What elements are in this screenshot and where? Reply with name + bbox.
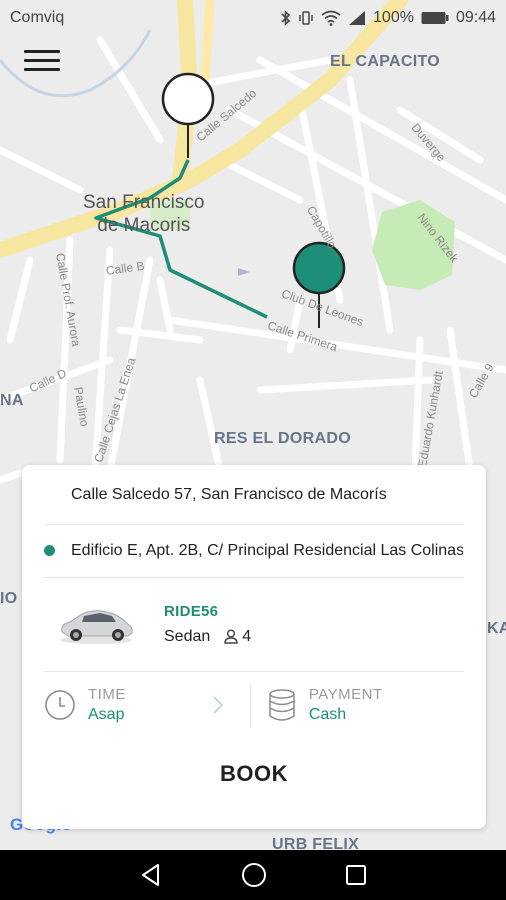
- vehicle-code: RIDE56: [164, 602, 219, 620]
- chevron-right-icon: [213, 696, 223, 714]
- dropoff-address-row[interactable]: Edificio E, Apt. 2B, C/ Principal Reside…: [44, 524, 464, 578]
- map-label-city-line1: San Francisco: [83, 192, 205, 213]
- time-label: TIME: [88, 686, 126, 703]
- clock: 09:44: [455, 9, 496, 26]
- coins-icon: [269, 689, 295, 721]
- payment-label: PAYMENT: [308, 686, 383, 703]
- map-label-el-capacito: EL CAPACITO: [330, 53, 440, 70]
- menu-bar-1: [24, 50, 60, 53]
- battery-icon: [421, 12, 449, 24]
- status-icons: 100% 09:44: [281, 9, 496, 27]
- person-icon: [224, 629, 238, 644]
- options-row: TIME Asap PAYMENT Cash: [44, 671, 464, 739]
- map-label-city: San Francisco de Macoris: [83, 191, 204, 237]
- map-label-ka: KA: [487, 620, 506, 637]
- recents-icon[interactable]: [344, 863, 368, 887]
- vibrate-icon: [299, 11, 313, 25]
- vehicle-type: Sedan: [164, 627, 211, 645]
- options-divider: [249, 683, 251, 727]
- car-icon: [60, 610, 133, 644]
- time-option[interactable]: TIME Asap: [44, 686, 224, 724]
- navigation-bar: [0, 850, 506, 900]
- status-bar: Comviq 100% 09:44: [0, 0, 506, 36]
- menu-button[interactable]: [24, 46, 60, 76]
- payment-option-text: PAYMENT Cash: [309, 686, 383, 724]
- dropoff-address: Edificio E, Apt. 2B, C/ Principal Reside…: [71, 541, 463, 559]
- time-value: Asap: [88, 706, 125, 723]
- map-label-na: NA: [0, 392, 24, 409]
- back-icon[interactable]: [138, 862, 164, 888]
- time-option-text: TIME Asap: [88, 686, 126, 724]
- clock-icon: [45, 690, 75, 720]
- payment-value: Cash: [308, 706, 347, 723]
- booking-card: Calle Salcedo 57, San Francisco de Macor…: [22, 465, 486, 829]
- map-label-io: IO: [0, 590, 18, 607]
- signal-icon: [349, 11, 366, 25]
- map-label-city-line2: de Macoris: [97, 215, 191, 236]
- battery-percent: 100%: [373, 9, 414, 26]
- home-icon[interactable]: [240, 861, 268, 889]
- vehicle-meta: Sedan 4: [164, 628, 251, 646]
- vehicle-row[interactable]: RIDE56 Sedan 4: [44, 577, 464, 672]
- seat-count-value: 4: [242, 627, 252, 645]
- wifi-icon: [321, 10, 341, 26]
- carrier-label: Comviq: [10, 9, 65, 26]
- menu-bar-2: [24, 59, 60, 62]
- seat-count: 4: [224, 628, 251, 646]
- vehicle-info: RIDE56 Sedan 4: [164, 603, 251, 646]
- payment-option[interactable]: PAYMENT Cash: [267, 686, 383, 724]
- bluetooth-icon: [281, 10, 291, 26]
- pickup-address-row[interactable]: Calle Salcedo 57, San Francisco de Macor…: [44, 465, 464, 525]
- book-button[interactable]: BOOK: [22, 761, 486, 787]
- menu-bar-3: [24, 68, 60, 71]
- map-label-res-el-dorado: RES EL DORADO: [214, 430, 351, 447]
- dropoff-dot-icon: [44, 545, 55, 556]
- pickup-address: Calle Salcedo 57, San Francisco de Macor…: [71, 485, 387, 503]
